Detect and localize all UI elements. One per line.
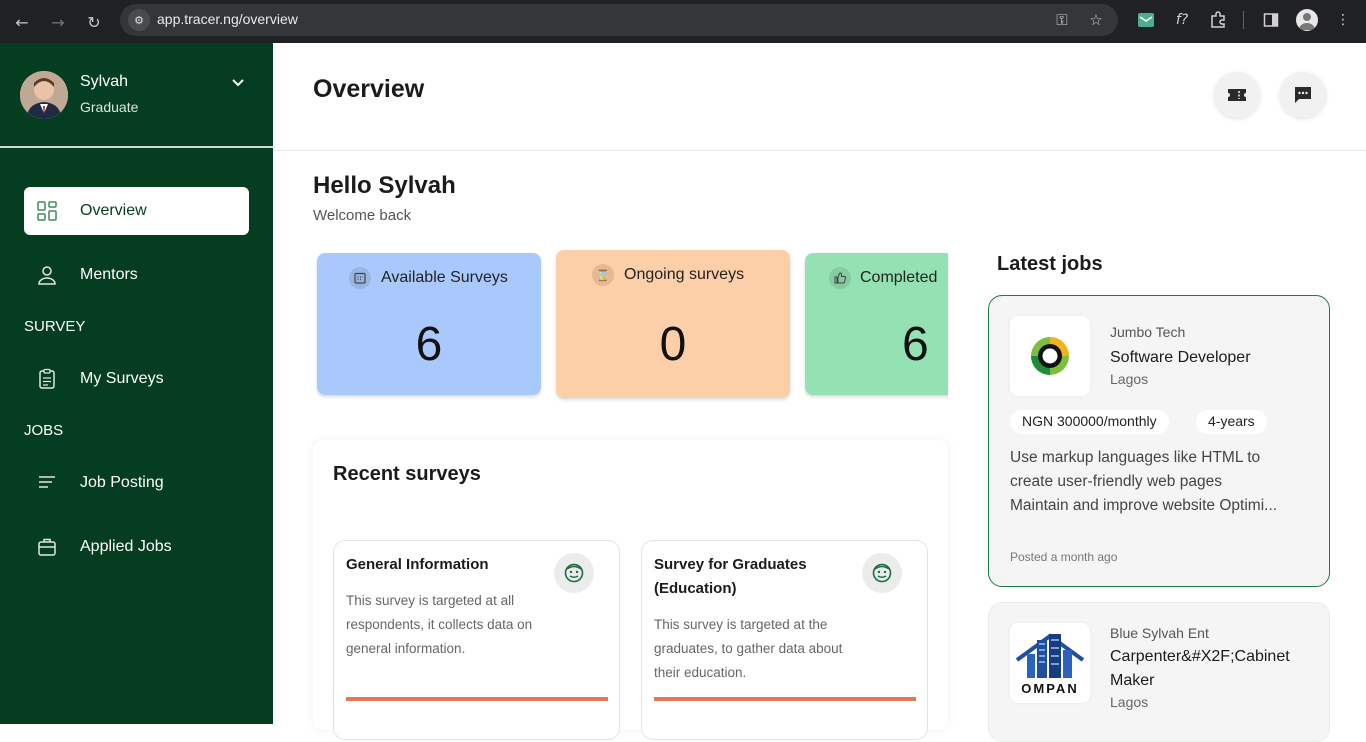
stat-label: Completed (860, 269, 938, 286)
survey-title: General Information (346, 556, 489, 573)
stat-label: Available Surveys (381, 269, 508, 286)
thumbs-up-icon (829, 267, 851, 289)
job-title: Software Developer (1110, 349, 1251, 366)
extensions-puzzle-icon[interactable] (1207, 9, 1229, 31)
job-description-line: Maintain and improve website Optimi... (1010, 497, 1278, 514)
stat-label: Ongoing surveys (624, 266, 745, 283)
chat-button[interactable] (1280, 72, 1326, 118)
survey-status-badge (554, 553, 594, 593)
sidebar-item-label: Mentors (80, 266, 138, 283)
avatar (20, 71, 68, 119)
sidebar-item-mentors[interactable]: Mentors (24, 251, 249, 299)
key-icon[interactable]: ⚿ (1052, 10, 1072, 30)
lines-icon (39, 476, 55, 488)
menu-kebab-icon[interactable]: ⋮ (1332, 9, 1354, 31)
user-profile[interactable]: Sylvah Graduate (0, 43, 273, 148)
chevron-down-icon[interactable] (230, 75, 246, 91)
star-icon[interactable]: ☆ (1086, 10, 1106, 30)
url-text[interactable]: app.tracer.ng/overview (157, 11, 298, 27)
sidebar-item-label: Job Posting (80, 474, 164, 491)
profile-avatar-icon[interactable] (1296, 9, 1318, 31)
sidebar-item-label: Overview (80, 202, 147, 219)
sidebar-item-applied-jobs[interactable]: Applied Jobs (24, 523, 249, 571)
site-settings-icon[interactable]: ⚙ (128, 9, 150, 31)
survey-description: This survey is targeted at the graduates… (654, 617, 843, 680)
section-label-jobs: JOBS (24, 422, 64, 439)
recent-surveys-panel: Recent surveys General Information This … (313, 440, 948, 740)
experience-chip: 4-years (1196, 410, 1267, 434)
logo-text: OMPAN (1021, 681, 1079, 696)
job-posted-time: Posted a month ago (1010, 550, 1118, 564)
survey-title: Survey for Graduates (Education) (654, 556, 807, 597)
survey-description: This survey is targeted at all responden… (346, 593, 533, 656)
job-company: Blue Sylvah Ent (1110, 625, 1209, 641)
person-icon (38, 266, 56, 285)
survey-progress-bar (654, 697, 916, 701)
latest-jobs-panel: Latest jobs Jumbo Tech Software Develope… (987, 249, 1330, 742)
calendar-icon (349, 267, 371, 289)
reload-icon[interactable]: ↻ (82, 10, 106, 34)
sidebar-item-my-surveys[interactable]: My Surveys (24, 355, 249, 403)
briefcase-icon (38, 538, 56, 556)
face-icon (872, 563, 892, 583)
back-icon[interactable]: ← (10, 10, 34, 34)
sidebar-item-job-posting[interactable]: Job Posting (24, 459, 249, 507)
page-header: Overview (273, 43, 1366, 151)
address-bar[interactable]: ⚙ app.tracer.ng/overview ⚿ ☆ (120, 4, 1118, 36)
face-icon (564, 563, 584, 583)
chat-icon (1295, 87, 1311, 103)
user-role: Graduate (80, 99, 139, 115)
jumbo-tech-logo (1031, 337, 1069, 375)
grid-icon (37, 201, 57, 221)
survey-card[interactable]: Survey for Graduates (Education) This su… (641, 540, 928, 740)
toolbar-divider (1243, 11, 1244, 29)
stat-card-completed[interactable]: Completed 6 (805, 253, 948, 395)
job-card[interactable]: OMPAN Blue Sylvah Ent Carpenter&#X2F;Cab… (988, 602, 1330, 742)
section-label-survey: SURVEY (24, 318, 86, 335)
page-title: Overview (313, 75, 425, 103)
sidebar-item-label: Applied Jobs (80, 538, 172, 555)
survey-progress-bar (346, 697, 608, 701)
greeting-subtitle: Welcome back (313, 207, 412, 224)
sidebar-item-label: My Surveys (80, 370, 164, 387)
stat-value: 0 (659, 318, 687, 371)
ticket-button[interactable] (1214, 72, 1260, 118)
job-company: Jumbo Tech (1110, 324, 1186, 340)
sidebar: Sylvah Graduate Overview Mentors SURVEY … (0, 43, 273, 724)
survey-status-badge (862, 553, 902, 593)
hourglass-icon: ⌛ (592, 264, 614, 286)
stat-card-available[interactable]: Available Surveys 6 (317, 253, 541, 395)
job-title: Carpenter&#X2F;Cabinet Maker (1110, 648, 1290, 689)
stat-card-ongoing[interactable]: ⌛ Ongoing surveys 0 (556, 250, 790, 398)
extension-fx-icon[interactable]: f? (1171, 9, 1193, 31)
clipboard-icon (39, 368, 55, 389)
company-logo (1010, 316, 1090, 396)
extension-mail-icon[interactable] (1135, 9, 1157, 31)
stat-value: 6 (415, 318, 443, 371)
latest-jobs-title: Latest jobs (997, 253, 1103, 275)
stat-value: 6 (902, 318, 929, 371)
job-location: Lagos (1110, 371, 1149, 387)
job-description-line: Use markup languages like HTML to (1010, 449, 1261, 466)
side-panel-icon[interactable] (1260, 9, 1282, 31)
greeting-title: Hello Sylvah (313, 172, 456, 199)
salary-chip: NGN 300000/monthly (1010, 410, 1169, 434)
forward-icon[interactable]: → (46, 10, 70, 34)
building-logo (1015, 633, 1085, 678)
job-location: Lagos (1110, 694, 1149, 710)
browser-toolbar: ← → ↻ ⚙ app.tracer.ng/overview ⚿ ☆ f? ⋮ (0, 0, 1366, 43)
company-logo: OMPAN (1010, 623, 1090, 703)
job-description: Use markup languages like HTML to create… (1010, 446, 1310, 518)
sidebar-item-overview[interactable]: Overview (24, 187, 249, 235)
recent-surveys-title: Recent surveys (333, 463, 481, 485)
job-description-line: create user-friendly web pages (1010, 473, 1222, 490)
user-name: Sylvah (80, 73, 129, 90)
survey-card[interactable]: General Information This survey is targe… (333, 540, 620, 740)
stats-carousel[interactable]: Available Surveys 6 ⌛ Ongoing surveys 0 … (313, 245, 948, 405)
ticket-icon (1228, 89, 1246, 101)
job-card[interactable]: Jumbo Tech Software Developer Lagos NGN … (988, 295, 1330, 587)
